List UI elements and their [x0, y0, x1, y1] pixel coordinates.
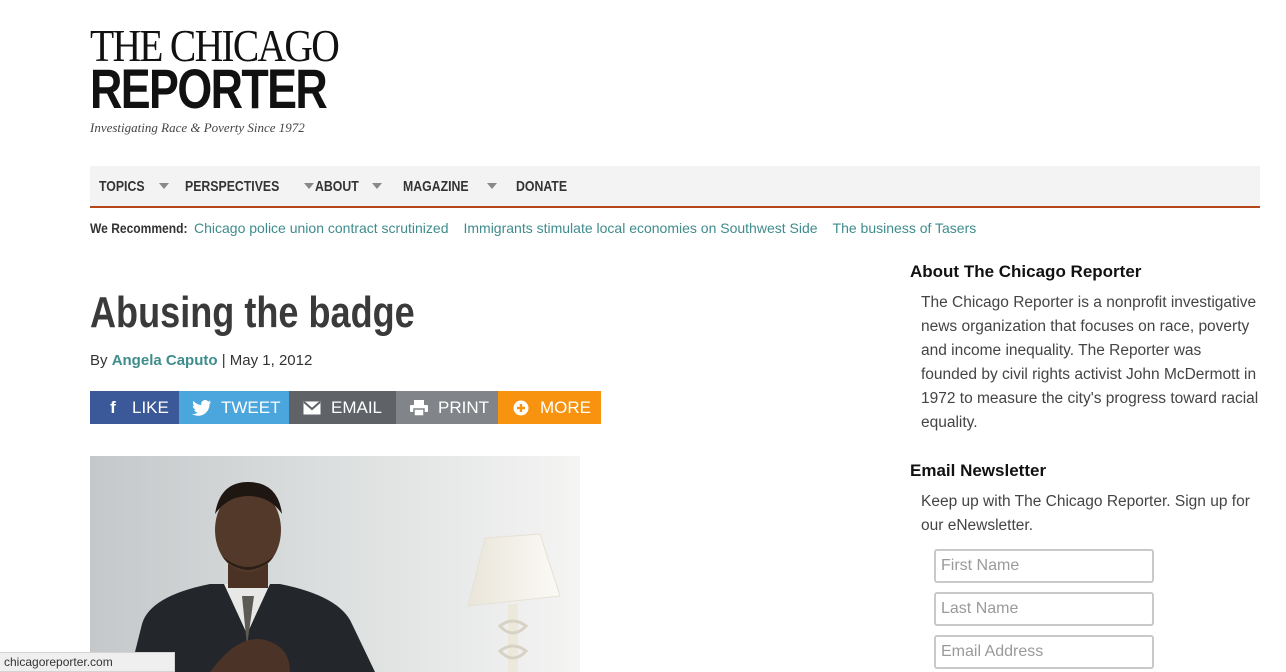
article-photo [90, 456, 580, 672]
email-label: EMAIL [331, 397, 383, 417]
twitter-icon [191, 399, 213, 416]
newsletter-heading: Email Newsletter [910, 461, 1047, 480]
tweet-label: TWEET [221, 397, 281, 417]
chevron-down-icon [158, 183, 169, 189]
more-label: MORE [540, 397, 591, 417]
nav-about[interactable]: ABOUT [306, 166, 394, 206]
recommend-bar: We Recommend: Chicago police union contr… [90, 220, 991, 236]
like-label: LIKE [132, 397, 169, 417]
plus-circle-icon [510, 400, 532, 416]
nav-perspectives-label: PERSPECTIVES [185, 177, 280, 195]
site-logo[interactable]: THE CHICAGO REPORTER Investigating Race … [90, 23, 350, 136]
byline: By Angela Caputo | May 1, 2012 [90, 352, 312, 369]
about-heading: About The Chicago Reporter [910, 262, 1142, 281]
envelope-icon [301, 400, 323, 415]
nav-donate-label: DONATE [516, 177, 568, 195]
recommend-label: We Recommend: [90, 220, 188, 236]
status-bar-url: chicagoreporter.com [0, 652, 175, 672]
site-tagline: Investigating Race & Poverty Since 1972 [90, 120, 305, 135]
chevron-down-icon [372, 183, 383, 189]
article-title: Abusing the badge [90, 288, 415, 337]
email-share-button[interactable]: EMAIL [289, 391, 396, 424]
last-name-field[interactable] [934, 592, 1154, 626]
nav-donate[interactable]: DONATE [507, 166, 587, 206]
recommend-link[interactable]: Chicago police union contract scrutinize… [194, 220, 448, 236]
print-label: PRINT [438, 397, 489, 417]
recommend-link[interactable]: Immigrants stimulate local economies on … [463, 220, 817, 236]
nav-about-label: ABOUT [315, 177, 359, 195]
nav-topics-label: TOPICS [99, 177, 145, 195]
nav-magazine[interactable]: MAGAZINE [394, 166, 507, 206]
tweet-button[interactable]: TWEET [179, 391, 289, 424]
print-button[interactable]: PRINT [396, 391, 498, 424]
logo-line-2: REPORTER [90, 57, 328, 120]
byline-prefix: By [90, 352, 108, 369]
facebook-like-button[interactable]: f LIKE [90, 391, 179, 424]
nav-magazine-label: MAGAZINE [403, 177, 469, 195]
author-link[interactable]: Angela Caputo [112, 352, 218, 369]
share-bar: f LIKE TWEET EMAIL PRINT MORE [90, 391, 601, 424]
printer-icon [408, 399, 430, 416]
recommend-link[interactable]: The business of Tasers [833, 220, 977, 236]
about-text: The Chicago Reporter is a nonprofit inve… [921, 294, 1259, 431]
newsletter-text: Keep up with The Chicago Reporter. Sign … [921, 493, 1250, 534]
article-photo-illustration [90, 456, 580, 672]
first-name-field[interactable] [934, 549, 1154, 583]
nav-perspectives[interactable]: PERSPECTIVES [176, 166, 315, 206]
byline-separator: | [221, 352, 226, 369]
email-field[interactable] [934, 635, 1154, 669]
publish-date: May 1, 2012 [229, 352, 313, 369]
main-nav: TOPICS PERSPECTIVES ABOUT MAGAZINE DONAT… [90, 166, 1260, 208]
nav-topics[interactable]: TOPICS [90, 166, 176, 206]
facebook-icon: f [110, 397, 116, 417]
chevron-down-icon [487, 183, 497, 189]
more-share-button[interactable]: MORE [498, 391, 601, 424]
